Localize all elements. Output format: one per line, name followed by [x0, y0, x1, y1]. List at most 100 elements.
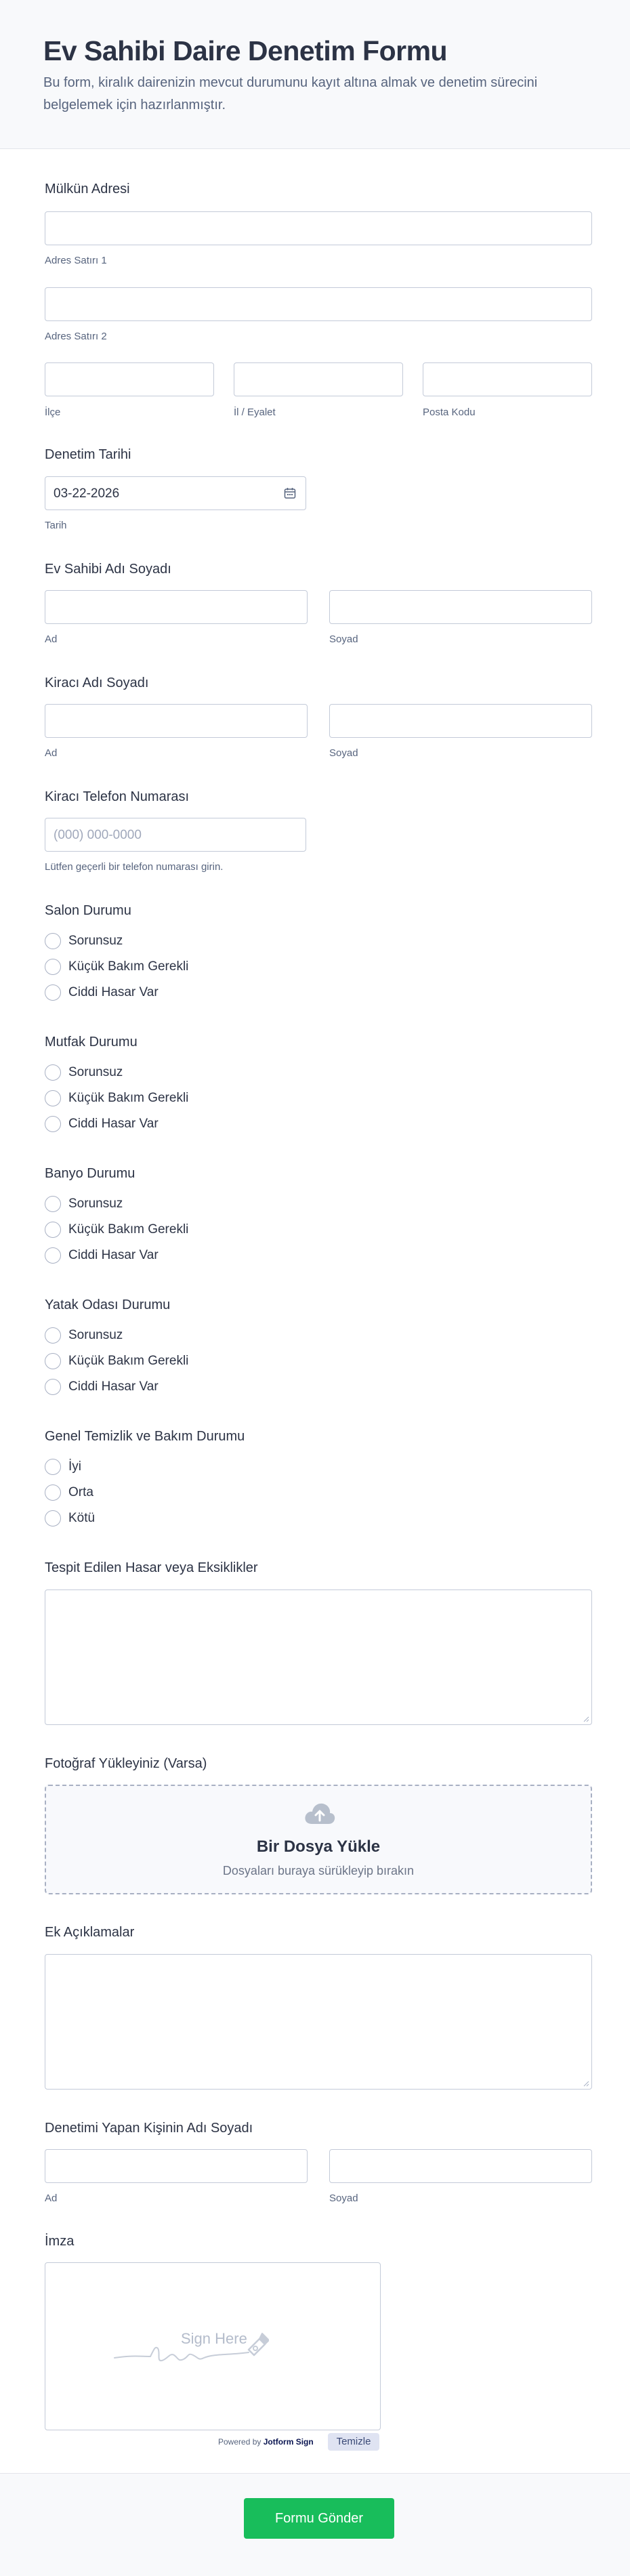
radio-option[interactable]: Sorunsuz — [45, 1327, 123, 1344]
address-line1-sublabel: Adres Satırı 1 — [45, 255, 107, 266]
radio-option[interactable]: Ciddi Hasar Var — [45, 1247, 159, 1264]
inspector-first-sublabel: Ad — [45, 2193, 58, 2204]
radio-button[interactable] — [45, 984, 61, 1001]
date-value: 03-22-2026 — [54, 486, 120, 501]
postal-code-sublabel: Posta Kodu — [423, 407, 476, 418]
address-line2-sublabel: Adres Satırı 2 — [45, 331, 107, 342]
inspector-last-sublabel: Soyad — [329, 2193, 358, 2204]
radio-button[interactable] — [45, 1459, 61, 1475]
cleanliness-condition-label: Genel Temizlik ve Bakım Durumu — [45, 1429, 245, 1444]
radio-option[interactable]: Kötü — [45, 1510, 95, 1527]
powered-by-text: Powered by Jotform Sign — [218, 2437, 314, 2447]
radio-label: Orta — [68, 1485, 93, 1499]
inspector-last-input[interactable] — [329, 2149, 592, 2183]
upload-subtitle: Dosyaları buraya sürükleyip bırakın — [222, 1864, 415, 1877]
radio-label: Ciddi Hasar Var — [68, 1379, 159, 1394]
signature-squiggle-icon — [114, 2333, 269, 2362]
radio-option[interactable]: Küçük Bakım Gerekli — [45, 958, 188, 976]
radio-label: Ciddi Hasar Var — [68, 1248, 159, 1262]
tenant-last-input[interactable] — [329, 704, 592, 738]
notes-label: Ek Açıklamalar — [45, 1925, 135, 1940]
radio-button[interactable] — [45, 1379, 61, 1395]
state-sublabel: İl / Eyalet — [234, 407, 276, 418]
radio-option[interactable]: Sorunsuz — [45, 1064, 123, 1081]
radio-label: Sorunsuz — [68, 1328, 123, 1342]
address-line1-input[interactable] — [45, 211, 592, 245]
submit-button[interactable]: Formu Gönder — [244, 2498, 394, 2539]
radio-option[interactable]: Ciddi Hasar Var — [45, 984, 159, 1001]
damage-textarea[interactable] — [45, 1590, 592, 1725]
postal-code-input[interactable] — [423, 362, 592, 396]
radio-option[interactable]: Sorunsuz — [45, 1195, 123, 1213]
clear-signature-button[interactable]: Temizle — [328, 2433, 379, 2451]
landlord-last-input[interactable] — [329, 590, 592, 624]
landlord-label: Ev Sahibi Adı Soyadı — [45, 562, 171, 577]
landlord-first-input[interactable] — [45, 590, 308, 624]
notes-textarea[interactable] — [45, 1954, 592, 2090]
radio-button[interactable] — [45, 1064, 61, 1081]
radio-label: Ciddi Hasar Var — [68, 1117, 159, 1131]
date-label: Denetim Tarihi — [45, 447, 131, 462]
radio-option[interactable]: İyi — [45, 1458, 81, 1476]
form-description: Bu form, kiralık dairenizin mevcut durum… — [43, 75, 538, 112]
city-input[interactable] — [45, 362, 214, 396]
radio-button[interactable] — [45, 1116, 61, 1132]
radio-button[interactable] — [45, 1327, 61, 1344]
calendar-icon[interactable] — [284, 487, 296, 499]
powered-brand: Jotform Sign — [263, 2437, 314, 2447]
radio-label: Kötü — [68, 1511, 96, 1525]
radio-option[interactable]: Küçük Bakım Gerekli — [45, 1221, 188, 1239]
landlord-first-sublabel: Ad — [45, 633, 58, 645]
form-header: Ev Sahibi Daire Denetim Formu Bu form, k… — [0, 0, 630, 149]
radio-label: Küçük Bakım Gerekli — [68, 959, 189, 974]
tenant-first-sublabel: Ad — [45, 747, 58, 759]
signature-label: İmza — [45, 2234, 75, 2249]
radio-button[interactable] — [45, 1222, 61, 1238]
file-upload-dropzone[interactable]: Bir Dosya Yükle Dosyaları buraya sürükle… — [45, 1785, 592, 1894]
radio-button[interactable] — [45, 933, 61, 949]
radio-button[interactable] — [45, 1247, 61, 1264]
radio-button[interactable] — [45, 1353, 61, 1369]
date-input[interactable]: 03-22-2026 — [45, 476, 306, 510]
date-sublabel: Tarih — [45, 520, 67, 531]
resize-handle-icon[interactable] — [583, 2080, 589, 2087]
radio-option[interactable]: Küçük Bakım Gerekli — [45, 1089, 188, 1107]
resize-handle-icon[interactable] — [583, 1716, 589, 1722]
radio-option[interactable]: Sorunsuz — [45, 932, 123, 950]
salon-condition-label: Salon Durumu — [45, 903, 131, 918]
radio-button[interactable] — [45, 959, 61, 975]
upload-title: Bir Dosya Yükle — [256, 1837, 381, 1856]
radio-option[interactable]: Ciddi Hasar Var — [45, 1115, 159, 1133]
phone-label: Kiracı Telefon Numarası — [45, 789, 190, 804]
phone-sublabel: Lütfen geçerli bir telefon numarası giri… — [45, 861, 224, 873]
inspector-first-input[interactable] — [45, 2149, 308, 2183]
damage-label: Tespit Edilen Hasar veya Eksiklikler — [45, 1560, 258, 1575]
radio-option[interactable]: Ciddi Hasar Var — [45, 1378, 159, 1396]
signature-pad[interactable]: Sign Here — [45, 2262, 381, 2430]
phone-placeholder: (000) 000-0000 — [54, 828, 142, 842]
radio-label: Küçük Bakım Gerekli — [68, 1354, 189, 1368]
radio-option[interactable]: Orta — [45, 1484, 93, 1501]
address-line2-input[interactable] — [45, 287, 592, 321]
form-footer: Formu Gönder — [0, 2473, 630, 2576]
cloud-upload-icon — [305, 1803, 335, 1824]
form-page: Ev Sahibi Daire Denetim Formu Bu form, k… — [0, 0, 630, 2576]
radio-button[interactable] — [45, 1484, 61, 1501]
radio-button[interactable] — [45, 1196, 61, 1212]
radio-label: Küçük Bakım Gerekli — [68, 1222, 189, 1237]
tenant-first-input[interactable] — [45, 704, 308, 738]
radio-button[interactable] — [45, 1090, 61, 1106]
bedroom-condition-label: Yatak Odası Durumu — [45, 1297, 171, 1312]
radio-label: Ciddi Hasar Var — [68, 985, 159, 999]
radio-label: Sorunsuz — [68, 1065, 123, 1079]
inspector-label: Denetimi Yapan Kişinin Adı Soyadı — [45, 2121, 253, 2136]
phone-input[interactable]: (000) 000-0000 — [45, 818, 306, 852]
state-input[interactable] — [234, 362, 403, 396]
tenant-label: Kiracı Adı Soyadı — [45, 676, 149, 690]
city-sublabel: İlçe — [45, 407, 61, 418]
tenant-last-sublabel: Soyad — [329, 747, 358, 759]
radio-button[interactable] — [45, 1510, 61, 1526]
powered-prefix: Powered by — [218, 2437, 261, 2447]
radio-option[interactable]: Küçük Bakım Gerekli — [45, 1352, 188, 1370]
photo-label: Fotoğraf Yükleyiniz (Varsa) — [45, 1756, 207, 1771]
